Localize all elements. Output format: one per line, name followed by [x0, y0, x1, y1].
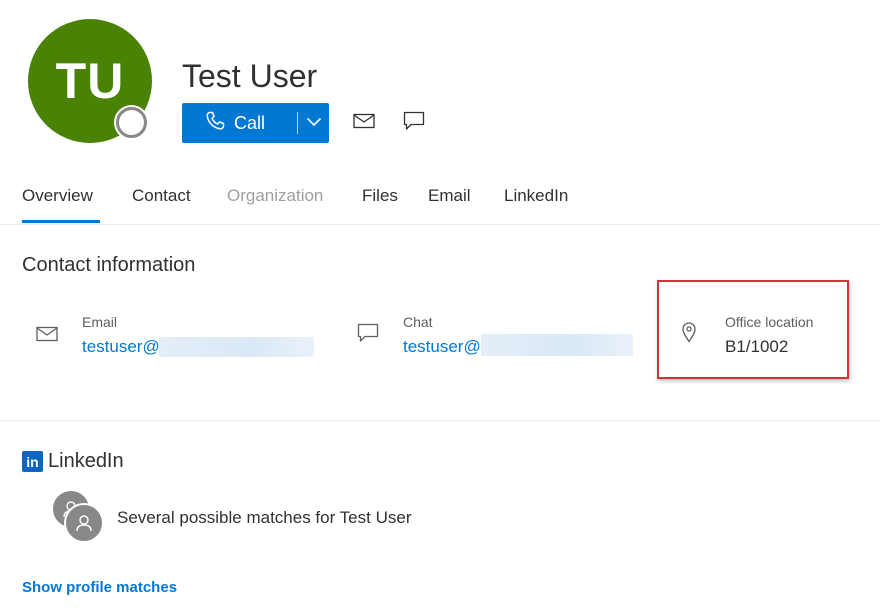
linkedin-logo-icon: in [22, 451, 43, 472]
tab-linkedin[interactable]: LinkedIn [504, 186, 568, 206]
call-button-group[interactable]: Call [182, 103, 329, 143]
chat-icon [357, 323, 379, 348]
section-divider [0, 420, 880, 421]
chat-label: Chat [403, 314, 433, 330]
chevron-down-icon [306, 114, 322, 132]
mail-icon [36, 326, 58, 347]
contact-info-heading: Contact information [22, 254, 196, 276]
linkedin-logo-text: in [26, 453, 39, 470]
presence-status-indicator [116, 107, 147, 138]
tab-files[interactable]: Files [362, 186, 398, 206]
tab-contact[interactable]: Contact [132, 186, 191, 206]
chat-action-button[interactable] [402, 111, 426, 136]
email-label: Email [82, 314, 118, 330]
chat-link[interactable]: testuser@ [403, 337, 481, 357]
linkedin-matches-text: Several possible matches for Test User [117, 508, 412, 527]
tab-organization[interactable]: Organization [227, 186, 323, 206]
active-tab-indicator [22, 220, 100, 223]
profile-name: Test User [182, 58, 318, 94]
tab-divider [0, 224, 880, 225]
redacted-email-domain [159, 337, 314, 357]
email-link[interactable]: testuser@ [82, 337, 160, 357]
highlight-box [657, 280, 849, 379]
call-options-dropdown[interactable] [298, 103, 329, 143]
call-button-label: Call [234, 112, 266, 133]
email-action-button[interactable] [352, 112, 376, 134]
tab-email[interactable]: Email [428, 186, 471, 206]
phone-icon [204, 110, 226, 137]
redacted-chat-domain [481, 334, 633, 356]
person-icon [64, 503, 104, 543]
tab-overview[interactable]: Overview [22, 186, 93, 206]
chat-icon [403, 111, 425, 136]
avatar-initials: TU [55, 53, 125, 109]
mail-icon [353, 113, 375, 134]
call-button[interactable]: Call [182, 103, 290, 143]
linkedin-heading: LinkedIn [48, 450, 124, 472]
show-profile-matches-link[interactable]: Show profile matches [22, 579, 177, 596]
